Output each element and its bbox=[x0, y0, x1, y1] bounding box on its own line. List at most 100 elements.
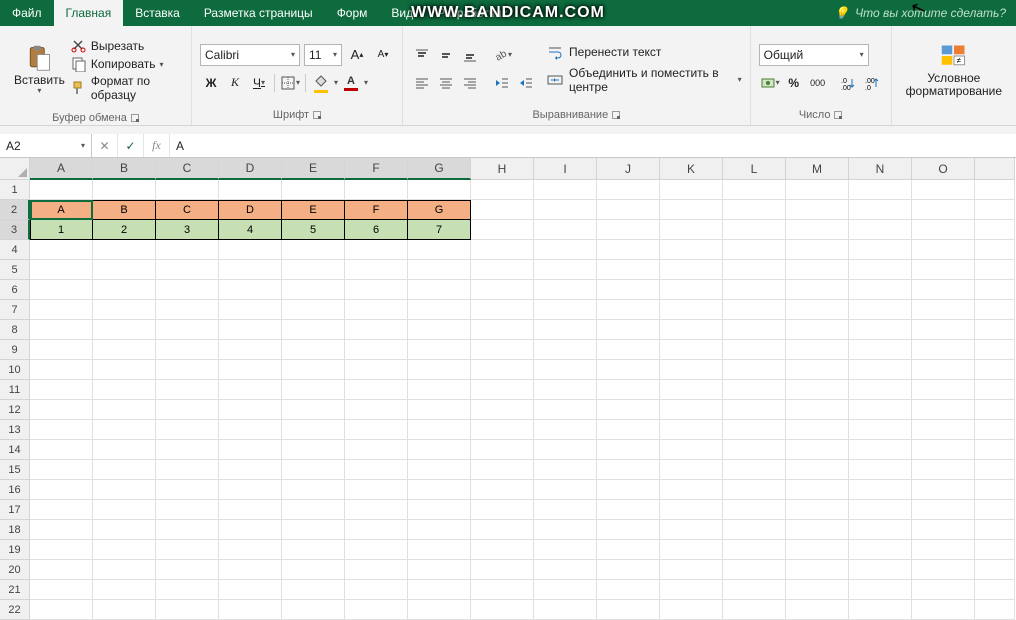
number-dialog-launcher[interactable] bbox=[834, 111, 842, 119]
cell[interactable] bbox=[534, 180, 597, 200]
bold-button[interactable]: Ж bbox=[200, 72, 222, 94]
cell[interactable] bbox=[534, 320, 597, 340]
column-header[interactable]: O bbox=[912, 158, 975, 180]
cell[interactable] bbox=[534, 240, 597, 260]
formula-input[interactable]: А bbox=[170, 134, 1016, 157]
tab-developer[interactable]: Разработчик bbox=[425, 0, 519, 26]
cell[interactable] bbox=[156, 240, 219, 260]
cell[interactable] bbox=[723, 380, 786, 400]
cell[interactable] bbox=[723, 420, 786, 440]
row-header[interactable]: 20 bbox=[0, 560, 30, 580]
cell[interactable] bbox=[597, 580, 660, 600]
cell[interactable] bbox=[408, 400, 471, 420]
cell[interactable] bbox=[30, 540, 93, 560]
cell[interactable] bbox=[345, 380, 408, 400]
cell[interactable] bbox=[912, 460, 975, 480]
row-header[interactable]: 21 bbox=[0, 580, 30, 600]
cell[interactable] bbox=[975, 400, 1015, 420]
cell[interactable] bbox=[786, 400, 849, 420]
column-header[interactable]: L bbox=[723, 158, 786, 180]
cell[interactable] bbox=[849, 360, 912, 380]
underline-button[interactable]: Ч▾ bbox=[248, 72, 270, 94]
cell[interactable] bbox=[30, 260, 93, 280]
cell[interactable] bbox=[660, 540, 723, 560]
cell[interactable] bbox=[345, 260, 408, 280]
cell[interactable] bbox=[597, 200, 660, 220]
column-header[interactable]: B bbox=[93, 158, 156, 180]
cell[interactable] bbox=[30, 440, 93, 460]
cell[interactable] bbox=[219, 260, 282, 280]
cell[interactable] bbox=[849, 380, 912, 400]
cell[interactable] bbox=[93, 360, 156, 380]
cell[interactable] bbox=[219, 300, 282, 320]
cell[interactable] bbox=[408, 300, 471, 320]
cell[interactable] bbox=[282, 280, 345, 300]
cell[interactable]: 2 bbox=[93, 220, 156, 240]
paste-button[interactable]: Вставить ▾ bbox=[8, 30, 71, 110]
cell[interactable] bbox=[93, 240, 156, 260]
cell[interactable] bbox=[975, 420, 1015, 440]
cell[interactable] bbox=[849, 280, 912, 300]
cell[interactable] bbox=[723, 440, 786, 460]
cell[interactable] bbox=[786, 420, 849, 440]
cell[interactable] bbox=[156, 600, 219, 620]
align-right-button[interactable] bbox=[459, 72, 481, 94]
cell[interactable] bbox=[849, 600, 912, 620]
cell[interactable] bbox=[534, 420, 597, 440]
cell[interactable] bbox=[408, 580, 471, 600]
cell[interactable]: 3 bbox=[156, 220, 219, 240]
row-header[interactable]: 17 bbox=[0, 500, 30, 520]
cell[interactable] bbox=[471, 200, 534, 220]
cell[interactable] bbox=[534, 560, 597, 580]
cell[interactable] bbox=[30, 360, 93, 380]
cell[interactable] bbox=[912, 400, 975, 420]
cell[interactable] bbox=[912, 500, 975, 520]
cell[interactable] bbox=[534, 480, 597, 500]
cell[interactable] bbox=[156, 440, 219, 460]
number-format-select[interactable]: Общий▾ bbox=[759, 44, 869, 66]
percent-format-button[interactable]: % bbox=[783, 72, 805, 94]
font-color-caret-icon[interactable]: ▾ bbox=[364, 78, 368, 87]
row-header[interactable]: 19 bbox=[0, 540, 30, 560]
cell[interactable] bbox=[93, 400, 156, 420]
cell[interactable] bbox=[219, 600, 282, 620]
cell[interactable] bbox=[849, 440, 912, 460]
conditional-formatting-button[interactable]: ≠ Условное форматирование bbox=[900, 30, 1008, 110]
cell[interactable] bbox=[156, 360, 219, 380]
cell[interactable] bbox=[345, 300, 408, 320]
cell[interactable] bbox=[597, 440, 660, 460]
cell[interactable]: 4 bbox=[219, 220, 282, 240]
cell[interactable] bbox=[912, 540, 975, 560]
row-header[interactable]: 12 bbox=[0, 400, 30, 420]
cell[interactable] bbox=[912, 580, 975, 600]
cell[interactable] bbox=[660, 240, 723, 260]
cell[interactable] bbox=[786, 460, 849, 480]
cell[interactable] bbox=[786, 580, 849, 600]
cell[interactable] bbox=[93, 260, 156, 280]
cell[interactable] bbox=[975, 500, 1015, 520]
cell[interactable] bbox=[849, 400, 912, 420]
cell[interactable] bbox=[345, 500, 408, 520]
cell[interactable] bbox=[219, 560, 282, 580]
cell[interactable] bbox=[345, 600, 408, 620]
cell[interactable] bbox=[30, 240, 93, 260]
cell[interactable] bbox=[471, 340, 534, 360]
cell[interactable] bbox=[93, 520, 156, 540]
cell[interactable] bbox=[219, 440, 282, 460]
cell[interactable]: D bbox=[219, 200, 282, 220]
cell[interactable] bbox=[282, 460, 345, 480]
row-header[interactable]: 7 bbox=[0, 300, 30, 320]
comma-format-button[interactable]: 000 bbox=[807, 72, 829, 94]
align-bottom-button[interactable] bbox=[459, 44, 481, 66]
column-header[interactable]: E bbox=[282, 158, 345, 180]
cell[interactable] bbox=[786, 480, 849, 500]
cell[interactable] bbox=[912, 220, 975, 240]
accept-entry-button[interactable]: ✓ bbox=[118, 134, 144, 157]
cell[interactable] bbox=[975, 600, 1015, 620]
cell[interactable] bbox=[849, 300, 912, 320]
cell[interactable] bbox=[219, 580, 282, 600]
cell[interactable]: 1 bbox=[30, 220, 93, 240]
cell[interactable] bbox=[534, 500, 597, 520]
cell[interactable] bbox=[282, 520, 345, 540]
cell[interactable] bbox=[849, 260, 912, 280]
